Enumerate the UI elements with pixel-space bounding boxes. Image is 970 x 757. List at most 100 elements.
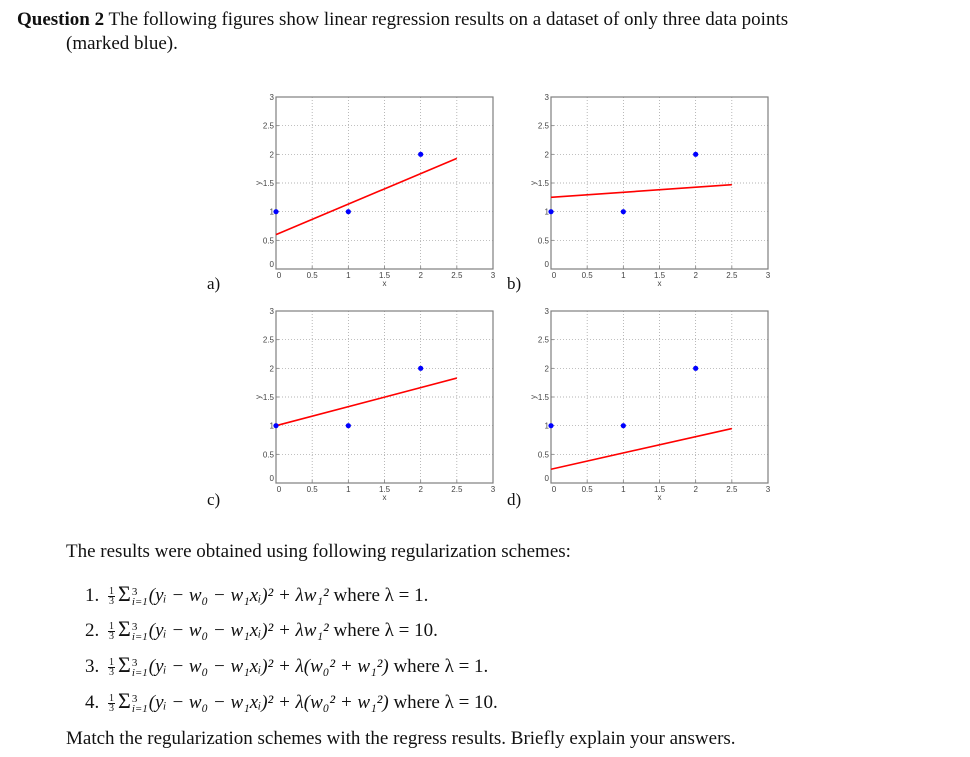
residual-term: (yᵢ − w₀ − w₁xᵢ)² + [148,585,296,606]
penalty-term: λ(w₀² + w₁²) [295,656,394,677]
y-tick-label: 0.5 [538,450,550,459]
summation-symbol: Σ [118,688,131,713]
data-point [273,209,279,215]
residual-term: (yᵢ − w₀ − w₁xᵢ)² + [148,656,296,677]
y-tick-label: 3 [545,93,550,102]
x-tick-label: 0 [277,485,282,494]
x-axis-label: x [383,493,387,502]
instructions: Match the regularization schemes with th… [66,728,736,749]
fraction-one-third: 13 [108,586,115,608]
data-point [345,423,351,429]
x-tick-label: 2 [418,485,423,494]
x-tick-label: 1 [621,485,626,494]
lambda-value: where λ = 10. [393,692,498,713]
x-tick-label: 0 [552,271,557,280]
data-point [548,209,554,215]
plot-a: 0 0.5 1 1.5 2 2.5 300.511.522.53xy [254,93,496,288]
x-tick-label: 0 [277,271,282,280]
y-tick-label: 1.5 [263,179,275,188]
data-point [345,209,351,215]
scheme-item: 3. 1 3 Σ 3 i=1 (yᵢ − w₀ − w₁xᵢ)² + λ(w₀² + w₁… [85,652,488,678]
plot-c: 0 0.5 1 1.5 2 2.5 300.511.522.53xy [254,307,496,502]
data-point [418,151,424,157]
y-tick-label: 0.5 [263,236,275,245]
y-tick-label: 1.5 [263,393,275,402]
lambda-value: where λ = 1. [393,656,489,677]
y-tick-label: 2 [270,150,275,159]
summation-symbol: Σ [118,616,131,641]
y-tick-label: 2.5 [263,336,275,345]
lambda-value: where λ = 1. [333,585,429,606]
lambda-value: where λ = 10. [333,620,438,641]
y-tick-label: 0 [270,260,275,269]
x-axis-label: x [383,279,387,288]
plot-b: 0 0.5 1 1.5 2 2.5 300.511.522.53xy [529,93,771,288]
summation-symbol: Σ [118,652,131,677]
x-tick-label: 2.5 [451,485,463,494]
schemes-intro: The results were obtained using followin… [66,541,571,562]
y-tick-label: 2 [545,364,550,373]
x-tick-label: 2 [693,271,698,280]
y-tick-label: 3 [545,307,550,316]
x-tick-label: 2 [693,485,698,494]
y-tick-label: 3 [270,307,275,316]
regression-plots: 0 0.5 1 1.5 2 2.5 3 0 0.5 1 1.5 2 2.5 3 x y 0 0.5 1 1.5 2 2.… [254,93,771,502]
y-tick-label: 1.5 [538,179,550,188]
y-axis-label: y [529,395,538,399]
penalty-term: λw₁² [295,620,334,641]
y-tick-label: 0 [545,260,550,269]
fraction-one-third: 13 [108,657,115,679]
data-point [418,365,424,371]
data-point [620,209,626,215]
x-tick-label: 2.5 [451,271,463,280]
data-point [693,151,699,157]
x-axis-label: x [658,279,662,288]
x-tick-label: 3 [491,485,496,494]
summation-symbol: Σ [118,581,131,606]
y-axis-label: y [529,181,538,185]
x-tick-label: 2.5 [726,271,738,280]
summation-limits: 3 i=1 [131,585,148,608]
y-tick-label: 3 [270,93,275,102]
x-tick-label: 0.5 [582,271,594,280]
data-point [620,423,626,429]
x-tick-label: 1 [346,485,351,494]
y-tick-label: 2.5 [538,122,550,131]
y-tick-label: 0 [270,474,275,483]
x-tick-label: 0.5 [582,485,594,494]
y-axis-label: y [254,181,263,185]
penalty-term: λw₁² [295,585,334,606]
x-tick-label: 0.5 [307,485,319,494]
scheme-item: 2. 1 3 Σ 3 i=1 (yᵢ − w₀ − w₁xᵢ)² + λw₁² where… [85,616,438,642]
scheme-number: 3. [85,656,104,677]
y-tick-label: 0 [545,474,550,483]
x-tick-label: 3 [766,271,771,280]
summation-limits: 3 i=1 [131,656,148,679]
x-axis-label: x [658,493,662,502]
summation-limits: 3 i=1 [131,620,148,643]
data-point [548,423,554,429]
residual-term: (yᵢ − w₀ − w₁xᵢ)² + [148,620,296,641]
scheme-item: 4. 1 3 Σ 3 i=1 (yᵢ − w₀ − w₁xᵢ)² + λ(w₀² + w₁… [85,688,498,714]
y-tick-label: 2.5 [263,122,275,131]
y-axis-label: y [254,395,263,399]
scheme-number: 4. [85,692,104,713]
scheme-number: 2. [85,620,104,641]
x-tick-label: 2.5 [726,485,738,494]
plot-d: 0 0.5 1 1.5 2 2.5 300.511.522.53xy [529,307,771,502]
summation-limits: 3 i=1 [131,692,148,715]
y-tick-label: 2 [270,364,275,373]
y-tick-label: 2 [545,150,550,159]
residual-term: (yᵢ − w₀ − w₁xᵢ)² + [148,692,296,713]
fraction-one-third: 13 [108,621,115,643]
x-tick-label: 2 [418,271,423,280]
data-point [693,365,699,371]
x-tick-label: 1 [346,271,351,280]
x-tick-label: 1 [621,271,626,280]
y-tick-label: 2.5 [538,336,550,345]
scheme-item: 1. 1 3 Σ 3 i=1 (yᵢ − w₀ − w₁xᵢ)² + λw₁² where… [85,581,428,607]
x-tick-label: 3 [766,485,771,494]
y-tick-label: 0.5 [538,236,550,245]
fraction-one-third: 13 [108,693,115,715]
x-tick-label: 0 [552,485,557,494]
